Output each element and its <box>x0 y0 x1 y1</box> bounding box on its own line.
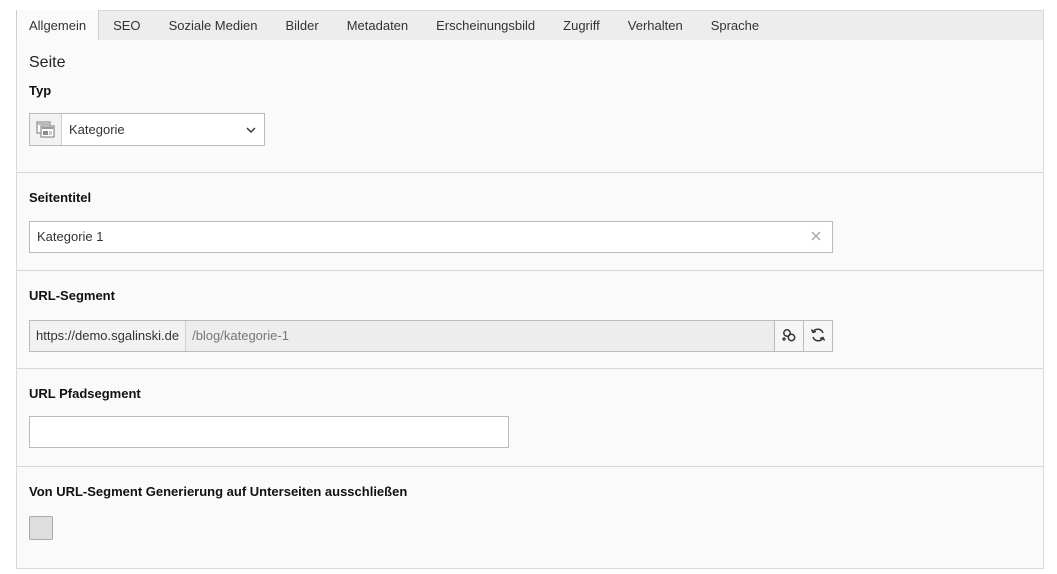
url-path-segment-input[interactable] <box>29 416 509 448</box>
tab-sprache[interactable]: Sprache <box>697 11 773 40</box>
type-select-value: Kategorie <box>69 122 125 137</box>
exclude-subpages-label: Von URL-Segment Generierung auf Untersei… <box>29 484 408 499</box>
url-prefix: https://demo.sgalinski.de <box>30 321 187 351</box>
exclude-subpages-section: Von URL-Segment Generierung auf Untersei… <box>17 467 1043 567</box>
tab-zugriff[interactable]: Zugriff <box>549 11 614 40</box>
type-select[interactable]: Kategorie <box>29 113 265 146</box>
tab-erscheinungsbild[interactable]: Erscheinungsbild <box>422 11 549 40</box>
page-title-section: Seitentitel Kategorie 1 <box>17 173 1043 271</box>
url-segment-section: URL-Segment https://demo.sgalinski.de /b… <box>17 271 1043 369</box>
refresh-button[interactable] <box>803 321 832 351</box>
url-path-segment-label: URL Pfadsegment <box>29 386 141 401</box>
close-icon[interactable] <box>810 230 822 242</box>
exclude-subpages-checkbox[interactable] <box>29 516 53 540</box>
form-panel: Seite Typ Kategorie Seitentitel Kategori… <box>16 40 1044 569</box>
page-title-label: Seitentitel <box>29 190 92 205</box>
tab-allgemein[interactable]: Allgemein <box>16 10 100 41</box>
tab-seo[interactable]: SEO <box>99 11 154 40</box>
chevron-down-icon <box>238 114 264 145</box>
url-segment-input[interactable]: /blog/kategorie-1 <box>186 321 774 351</box>
tab-soziale-medien[interactable]: Soziale Medien <box>155 11 272 40</box>
page-section: Seite Typ Kategorie <box>17 40 1043 173</box>
tab-bilder[interactable]: Bilder <box>271 11 332 40</box>
edit-toggle-icon <box>781 327 797 346</box>
page-title-input[interactable]: Kategorie 1 <box>29 221 833 253</box>
tab-verhalten[interactable]: Verhalten <box>614 11 697 40</box>
url-segment-label: URL-Segment <box>29 288 115 303</box>
type-label: Typ <box>29 83 52 98</box>
edit-toggle-button[interactable] <box>774 321 803 351</box>
tab-metadaten[interactable]: Metadaten <box>333 11 422 40</box>
refresh-icon <box>810 327 826 346</box>
url-path-segment-section: URL Pfadsegment <box>17 369 1043 467</box>
url-segment-group: https://demo.sgalinski.de /blog/kategori… <box>29 320 833 352</box>
tab-bar: Allgemein SEO Soziale Medien Bilder Meta… <box>16 10 1044 41</box>
page-title-value: Kategorie 1 <box>37 229 104 244</box>
page-category-icon <box>30 114 62 145</box>
palette-title: Seite <box>29 54 66 71</box>
